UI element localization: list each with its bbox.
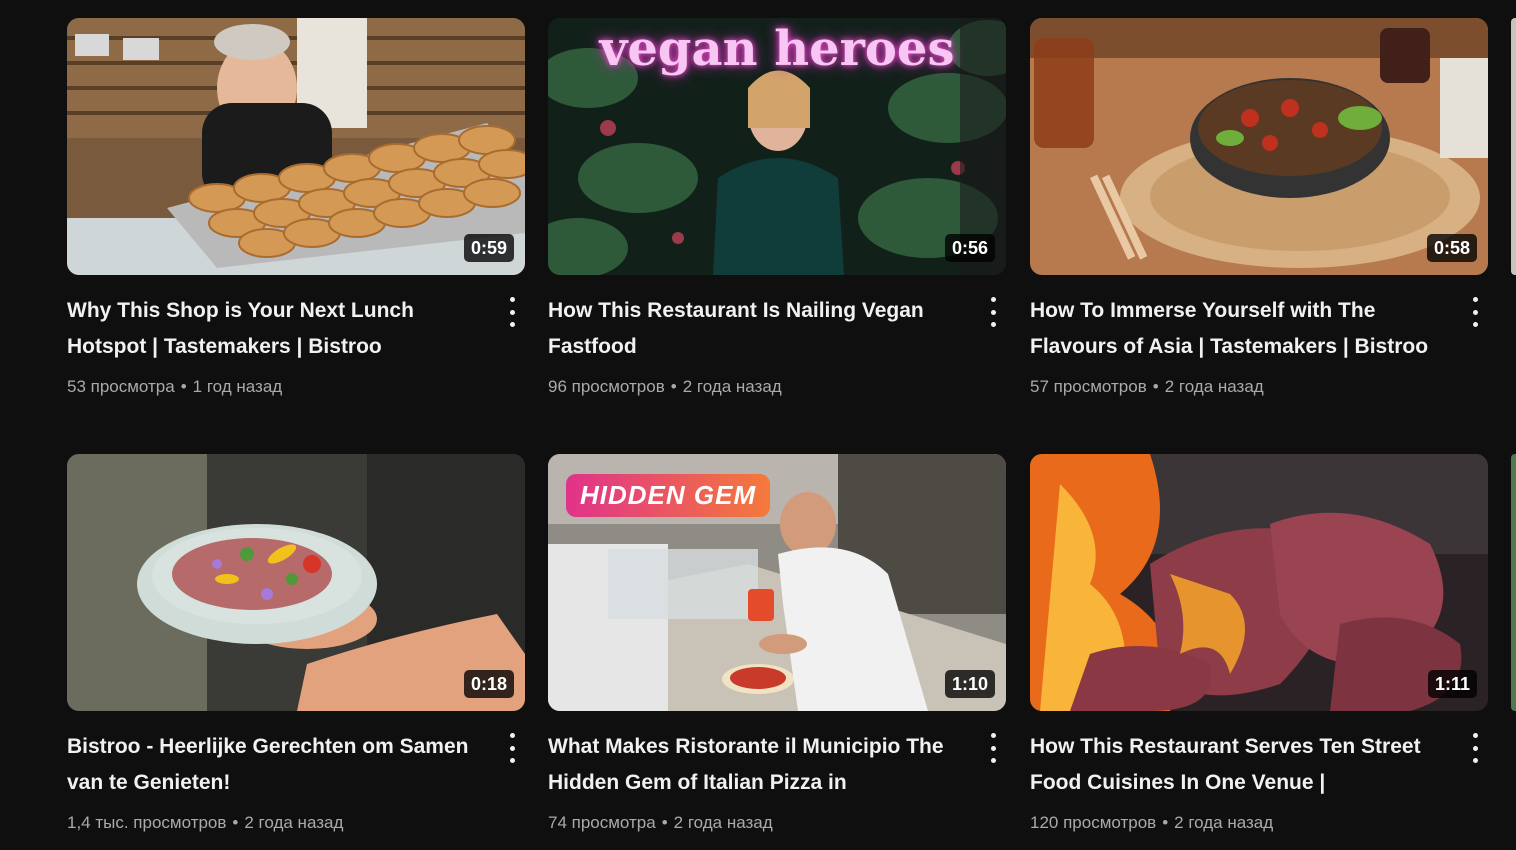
video-thumbnail[interactable]: 1:11 [1030,454,1488,711]
hidden-gem-badge: HIDDEN GEM [566,474,771,517]
video-card[interactable]: 0:58 How To Immerse Yourself with The Fl… [1030,18,1488,401]
upload-age: 2 года назад [244,813,344,832]
video-meta: How To Immerse Yourself with The Flavour… [1030,275,1488,401]
video-title[interactable]: How This Restaurant Serves Ten Street Fo… [1030,729,1450,801]
video-title[interactable]: Why This Shop is Your Next Lunch Hotspot… [67,293,487,365]
video-stats: 53 просмотра • 1 год назад [67,373,525,401]
next-video-thumbnail-edge[interactable] [1511,454,1516,711]
separator-dot: • [661,813,668,832]
more-actions-icon[interactable] [986,297,1000,327]
video-duration: 0:18 [463,670,514,698]
video-meta: How This Restaurant Serves Ten Street Fo… [1030,711,1488,837]
video-duration: 1:10 [944,670,995,698]
video-meta: Why This Shop is Your Next Lunch Hotspot… [67,275,525,401]
video-duration: 0:56 [944,234,995,262]
video-title[interactable]: Bistroo - Heerlijke Gerechten om Samen v… [67,729,487,801]
video-card[interactable]: 0:59 Why This Shop is Your Next Lunch Ho… [67,18,525,401]
upload-age: 1 год назад [192,377,283,396]
more-actions-icon[interactable] [986,733,1000,763]
video-card[interactable]: HIDDEN GEM 1:10 What Makes Ristorante il… [548,454,1006,837]
video-meta: How This Restaurant Is Nailing Vegan Fas… [548,275,1006,401]
upload-age: 2 года назад [673,813,773,832]
video-stats: 57 просмотров • 2 года назад [1030,373,1488,401]
video-stats: 74 просмотра • 2 года назад [548,809,1006,837]
video-grid: 0:59 Why This Shop is Your Next Lunch Ho… [0,0,1516,850]
bakery-bread-rolls-thumbnail [67,18,525,275]
video-duration: 0:58 [1426,234,1477,262]
video-card[interactable]: 1:11 How This Restaurant Serves Ten Stre… [1030,454,1488,837]
video-stats: 1,4 тыс. просмотров • 2 года назад [67,809,525,837]
view-count: 74 просмотра [548,813,656,832]
thumbnail-title-text: vegan heroes [599,21,955,77]
next-video-thumbnail-edge[interactable] [1511,18,1516,275]
video-thumbnail[interactable]: vegan heroes 0:56 [548,18,1006,275]
video-meta: Bistroo - Heerlijke Gerechten om Samen v… [67,711,525,837]
video-card[interactable]: 0:18 Bistroo - Heerlijke Gerechten om Sa… [67,454,525,837]
more-actions-icon[interactable] [505,297,519,327]
more-actions-icon[interactable] [505,733,519,763]
video-duration: 1:11 [1427,670,1477,698]
separator-dot: • [1152,377,1159,396]
upload-age: 2 года назад [1174,813,1274,832]
separator-dot: • [180,377,187,396]
video-title[interactable]: How This Restaurant Is Nailing Vegan Fas… [548,293,968,365]
upload-age: 2 года назад [1164,377,1264,396]
plated-dish-thumbnail [67,454,525,711]
video-stats: 120 просмотров • 2 года назад [1030,809,1488,837]
video-thumbnail[interactable]: 0:58 [1030,18,1488,275]
video-title[interactable]: What Makes Ristorante il Municipio The H… [548,729,968,801]
more-actions-icon[interactable] [1468,297,1482,327]
video-thumbnail[interactable]: HIDDEN GEM 1:10 [548,454,1006,711]
view-count: 96 просмотров [548,377,665,396]
video-card[interactable]: vegan heroes 0:56 How This Restaurant Is… [548,18,1006,401]
view-count: 120 просмотров [1030,813,1157,832]
video-duration: 0:59 [463,234,514,262]
video-title[interactable]: How To Immerse Yourself with The Flavour… [1030,293,1450,365]
view-count: 53 просмотра [67,377,175,396]
video-thumbnail[interactable]: 0:59 [67,18,525,275]
more-actions-icon[interactable] [1468,733,1482,763]
separator-dot: • [232,813,239,832]
video-meta: What Makes Ristorante il Municipio The H… [548,711,1006,837]
video-thumbnail[interactable]: 0:18 [67,454,525,711]
video-stats: 96 просмотров • 2 года назад [548,373,1006,401]
asian-bowl-thumbnail [1030,18,1488,275]
view-count: 57 просмотров [1030,377,1147,396]
separator-dot: • [1162,813,1169,832]
separator-dot: • [670,377,677,396]
view-count: 1,4 тыс. просмотров [67,813,227,832]
grilled-meat-thumbnail [1030,454,1488,711]
upload-age: 2 года назад [682,377,782,396]
